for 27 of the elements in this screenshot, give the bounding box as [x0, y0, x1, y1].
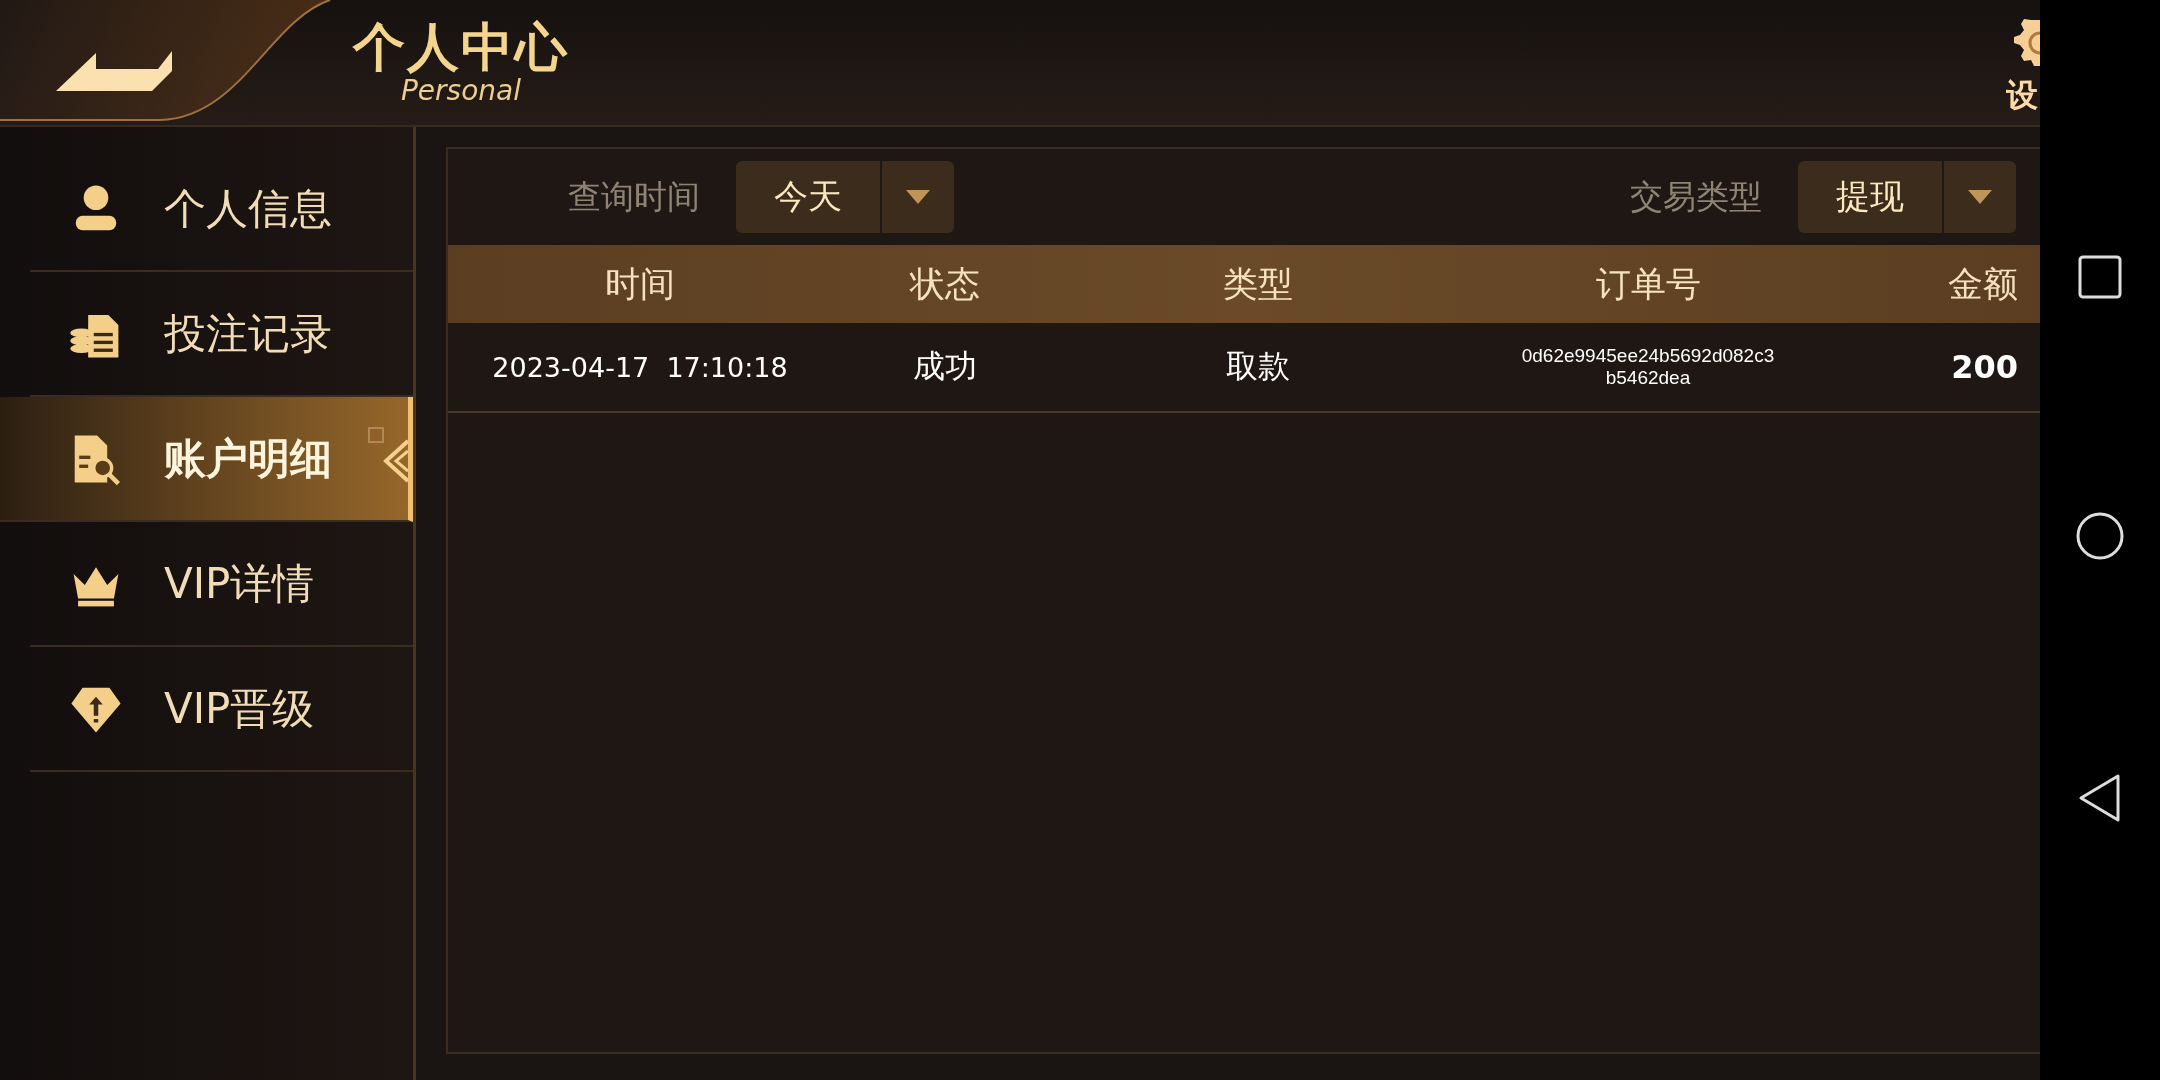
column-header: 时间	[604, 262, 676, 306]
sidebar-item[interactable]: 投注记录	[30, 272, 413, 397]
chevron-icon	[382, 439, 408, 483]
settings-button[interactable]: 设	[2006, 7, 2040, 118]
sidebar-item[interactable]: 个人信息	[30, 147, 413, 272]
sidebar-item[interactable]: VIP详情	[30, 522, 413, 647]
caret-icon	[1968, 190, 1992, 204]
filter-label: 交易类型	[1630, 175, 1762, 218]
page-subtitle: Personal	[401, 75, 521, 107]
page-title: 个人中心	[353, 18, 569, 76]
table-cell: 0d62e9945ee24b5692d082c3b5462dea	[1520, 345, 1776, 389]
filter-label: 查询时间	[568, 175, 700, 218]
table-cell-text: 200	[1950, 348, 2018, 386]
column-header: 金额	[1947, 262, 2019, 306]
caret-icon	[906, 190, 930, 204]
filter-dropdown[interactable]: 提现	[1798, 161, 2016, 233]
column-header: 订单号	[1594, 262, 1702, 306]
column-header: 状态	[908, 262, 981, 306]
filter-dropdown[interactable]: 今天	[736, 161, 954, 233]
table-cell-text: 成功	[912, 346, 978, 387]
table-cell-text: 取款	[1225, 346, 1291, 387]
table-cell-text: 2023-04-17 17:10:18	[491, 351, 789, 383]
sidebar-item[interactable]: 账户明细	[0, 397, 413, 522]
column-header: 类型	[1222, 262, 1294, 306]
sidebar-item[interactable]: VIP晋级	[30, 647, 413, 772]
square-mark	[368, 427, 384, 443]
recent-apps-button[interactable]	[2078, 254, 2122, 302]
